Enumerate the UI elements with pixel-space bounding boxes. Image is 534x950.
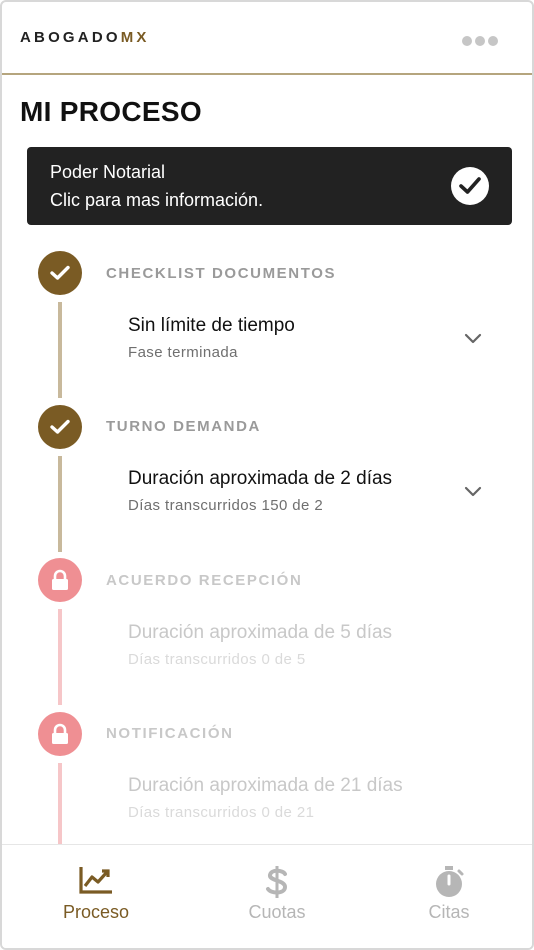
timeline-connector	[58, 609, 62, 705]
check-icon	[38, 405, 82, 449]
page-title: MI PROCESO	[20, 96, 202, 127]
nav-tab-proceso[interactable]: Proceso	[7, 845, 185, 948]
step-status: Fase terminada	[128, 344, 238, 361]
app-header: ABOGADOMX	[2, 2, 532, 75]
more-horizontal-icon[interactable]	[462, 35, 498, 47]
brand-logo: ABOGADOMX	[20, 29, 150, 46]
step-status: Días transcurridos 0 de 21	[128, 804, 315, 821]
check-icon	[38, 251, 82, 295]
step-status: Días transcurridos 0 de 5	[128, 651, 306, 668]
nav-tab-cuotas[interactable]: Cuotas	[188, 845, 366, 948]
timeline-connector	[58, 763, 62, 853]
step-label: CHECKLIST DOCUMENTOS	[106, 265, 337, 282]
step-duration: Duración aproximada de 2 días	[128, 468, 393, 489]
bottom-nav: Proceso Cuotas Citas	[2, 844, 532, 948]
poder-notarial-banner[interactable]: Poder Notarial Clic para mas información…	[27, 147, 512, 225]
brand-accent: MX	[120, 29, 150, 46]
brand-main: ABOGADO	[20, 29, 121, 46]
step-status: Días transcurridos 150 de 2	[128, 497, 324, 514]
app-frame: ABOGADOMX MI PROCESO Poder Notarial Clic…	[0, 0, 534, 950]
step-duration: Duración aproximada de 5 días	[128, 622, 393, 643]
banner-subtitle: Clic para mas información.	[50, 190, 264, 210]
step-label: ACUERDO RECEPCIÓN	[106, 572, 303, 589]
nav-label: Proceso	[62, 902, 130, 922]
dollar-icon	[266, 866, 288, 898]
nav-label: Cuotas	[248, 902, 306, 922]
chevron-down-icon[interactable]	[462, 485, 484, 499]
lock-icon	[38, 712, 82, 756]
timeline-connector	[58, 456, 62, 552]
chevron-down-icon[interactable]	[462, 332, 484, 346]
check-circle-icon	[451, 167, 489, 205]
timeline-connector	[58, 302, 62, 398]
step-label: TURNO DEMANDA	[106, 418, 261, 435]
step-duration: Sin límite de tiempo	[128, 315, 295, 336]
nav-tab-citas[interactable]: Citas	[360, 845, 532, 948]
chart-line-icon	[79, 867, 112, 894]
lock-icon	[38, 558, 82, 602]
nav-label: Citas	[428, 902, 470, 922]
step-label: NOTIFICACIÓN	[106, 725, 234, 742]
stopwatch-icon	[436, 866, 464, 897]
step-duration: Duración aproximada de 21 días	[128, 775, 403, 796]
banner-title: Poder Notarial	[50, 162, 166, 182]
